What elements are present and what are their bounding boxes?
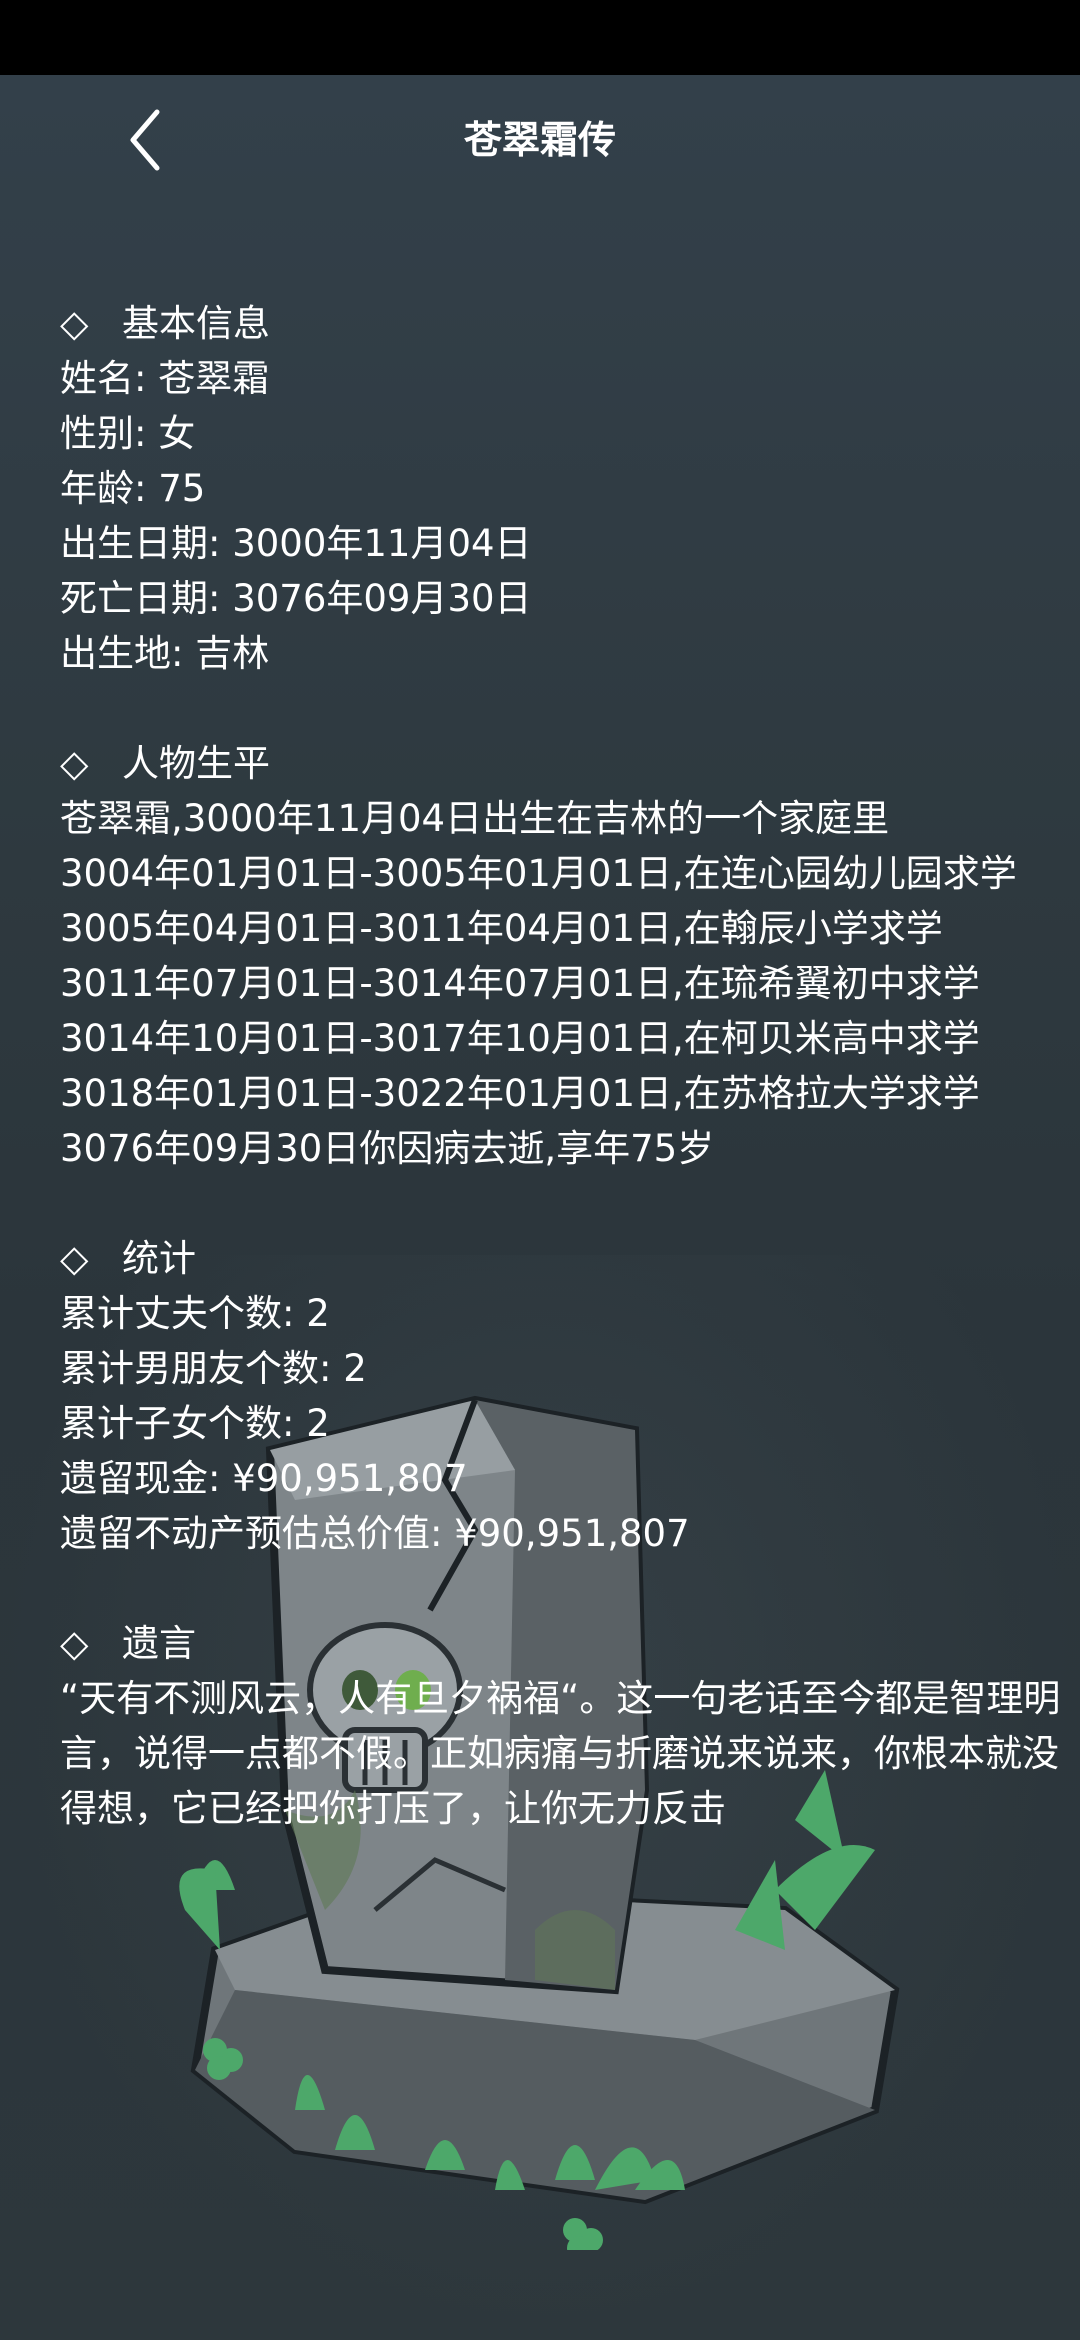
stat-line: 累计子女个数: 2: [60, 1402, 330, 1445]
will-text: “天有不测风云，人有旦夕祸福“。这一句老话至今都是智理明言，说得一点都不假。正如…: [60, 1677, 1061, 1830]
chevron-left-icon: [130, 109, 160, 171]
diamond-icon: ◇: [60, 1237, 89, 1280]
section-heading: ◇ 统计: [60, 1231, 1070, 1286]
life-event-line: 3076年09月30日你因病去逝,享年75岁: [60, 1127, 715, 1170]
section-life: ◇ 人物生平 苍翠霜,3000年11月04日出生在吉林的一个家庭里 3004年0…: [60, 736, 1070, 1176]
info-line: 出生地: 吉林: [60, 632, 270, 675]
diamond-icon: ◇: [60, 1622, 89, 1665]
life-event-line: 3004年01月01日-3005年01月01日,在连心园幼儿园求学: [60, 852, 1017, 895]
life-event-line: 3014年10月01日-3017年10月01日,在柯贝米高中求学: [60, 1017, 980, 1060]
section-stats: ◇ 统计 累计丈夫个数: 2 累计男朋友个数: 2 累计子女个数: 2 遗留现金…: [60, 1231, 1070, 1561]
section-will: ◇ 遗言 “天有不测风云，人有旦夕祸福“。这一句老话至今都是智理明言，说得一点都…: [60, 1616, 1070, 1836]
section-heading: ◇ 基本信息: [60, 296, 1070, 351]
life-event-line: 3005年04月01日-3011年04月01日,在翰辰小学求学: [60, 907, 943, 950]
info-line: 年龄: 75: [60, 467, 206, 510]
section-basic-info: ◇ 基本信息 姓名: 苍翠霜 性别: 女 年龄: 75 出生日期: 3000年1…: [60, 296, 1070, 681]
life-event-line: 苍翠霜,3000年11月04日出生在吉林的一个家庭里: [60, 797, 890, 840]
diamond-icon: ◇: [60, 302, 89, 345]
life-event-line: 3011年07月01日-3014年07月01日,在琉希翼初中求学: [60, 962, 980, 1005]
biography-content: ◇ 基本信息 姓名: 苍翠霜 性别: 女 年龄: 75 出生日期: 3000年1…: [60, 296, 1070, 1891]
section-title: 遗言: [122, 1622, 196, 1665]
section-heading: ◇ 遗言: [60, 1616, 1070, 1671]
info-line: 性别: 女: [60, 412, 196, 455]
info-line: 出生日期: 3000年11月04日: [60, 522, 532, 565]
section-title: 基本信息: [122, 302, 270, 345]
section-title: 人物生平: [122, 742, 270, 785]
life-event-line: 3018年01月01日-3022年01月01日,在苏格拉大学求学: [60, 1072, 980, 1115]
section-heading: ◇ 人物生平: [60, 736, 1070, 791]
diamond-icon: ◇: [60, 742, 89, 785]
stat-line: 遗留不动产预估总价值: ¥90,951,807: [60, 1512, 690, 1555]
info-line: 姓名: 苍翠霜: [60, 357, 270, 400]
stat-line: 累计丈夫个数: 2: [60, 1292, 330, 1335]
stat-line: 遗留现金: ¥90,951,807: [60, 1457, 468, 1500]
section-title: 统计: [122, 1237, 196, 1280]
info-line: 死亡日期: 3076年09月30日: [60, 577, 532, 620]
status-bar: [0, 0, 1080, 75]
app-header: 苍翠霜传: [0, 75, 1080, 205]
stat-line: 累计男朋友个数: 2: [60, 1347, 367, 1390]
back-button[interactable]: [110, 105, 180, 175]
